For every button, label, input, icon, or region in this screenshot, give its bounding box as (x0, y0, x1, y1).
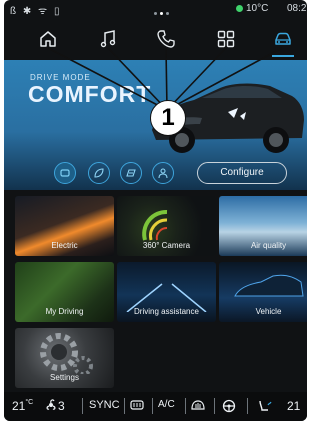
sport-mode-icon[interactable] (120, 162, 142, 184)
callout-marker: 1 (150, 100, 186, 136)
apps-icon[interactable] (212, 26, 240, 52)
fan-speed[interactable]: 3 (44, 399, 65, 413)
tile-my-driving[interactable]: My Driving (15, 262, 114, 322)
tile-air-quality[interactable]: Air quality (219, 196, 307, 256)
tile-360-camera[interactable]: 360° Camera (117, 196, 216, 256)
music-icon[interactable] (94, 26, 122, 52)
home-icon[interactable] (34, 26, 62, 52)
vehicle-silhouette-icon (234, 274, 304, 297)
climate-bar: 21°C 3 SYNC A/C 21 (4, 392, 307, 421)
tile-label: Air quality (250, 241, 287, 250)
tile-label: Vehicle (255, 307, 282, 316)
status-icons: ß ✱ ᯤ ▯ (10, 6, 62, 17)
drive-mode-value: COMFORT (28, 81, 152, 107)
tile-label: Settings (50, 373, 79, 382)
front-defrost-icon[interactable] (191, 399, 205, 414)
weather-dot-icon (236, 5, 243, 12)
status-bar: ß ✱ ᯤ ▯ 10°C 08:2 (4, 0, 307, 18)
rear-defrost-icon[interactable] (130, 399, 144, 414)
outside-temperature: 10°C (236, 3, 268, 14)
tile-label: My Driving (45, 307, 84, 316)
driver-temperature[interactable]: 21°C (12, 399, 33, 413)
tile-label: Driving assistance (134, 307, 199, 316)
tile-label: Electric (51, 241, 78, 250)
passenger-temperature[interactable]: 21 (287, 399, 300, 413)
page-indicator (154, 7, 174, 15)
tile-settings[interactable]: Settings (15, 328, 114, 388)
steering-wheel-heat-icon[interactable] (222, 399, 236, 416)
tile-driving-assistance[interactable]: Driving assistance (117, 262, 216, 322)
gear-icon (40, 333, 93, 374)
top-navigation (4, 18, 307, 60)
active-tab-indicator (272, 55, 294, 57)
configure-button[interactable]: Configure (197, 162, 287, 184)
infotainment-screen: ß ✱ ᯤ ▯ 10°C 08:2 DRIVE MODE COMFORT Con… (4, 0, 307, 421)
camera-gauge-icon (142, 209, 168, 241)
car-icon[interactable] (269, 26, 297, 52)
sync-button[interactable]: SYNC (89, 399, 120, 411)
personal-profile-icon[interactable] (152, 162, 174, 184)
clock: 08:2 (287, 3, 307, 14)
ac-button[interactable]: A/C (158, 399, 175, 410)
tile-vehicle[interactable]: Vehicle (219, 262, 307, 322)
phone-icon[interactable] (152, 26, 180, 52)
tile-label: 360° Camera (142, 241, 191, 250)
eco-leaf-icon[interactable] (88, 162, 110, 184)
tile-electric[interactable]: Electric (15, 196, 114, 256)
fan-icon (46, 399, 56, 410)
mode-car-icon[interactable] (54, 162, 76, 184)
seat-heat-icon[interactable] (256, 399, 274, 416)
